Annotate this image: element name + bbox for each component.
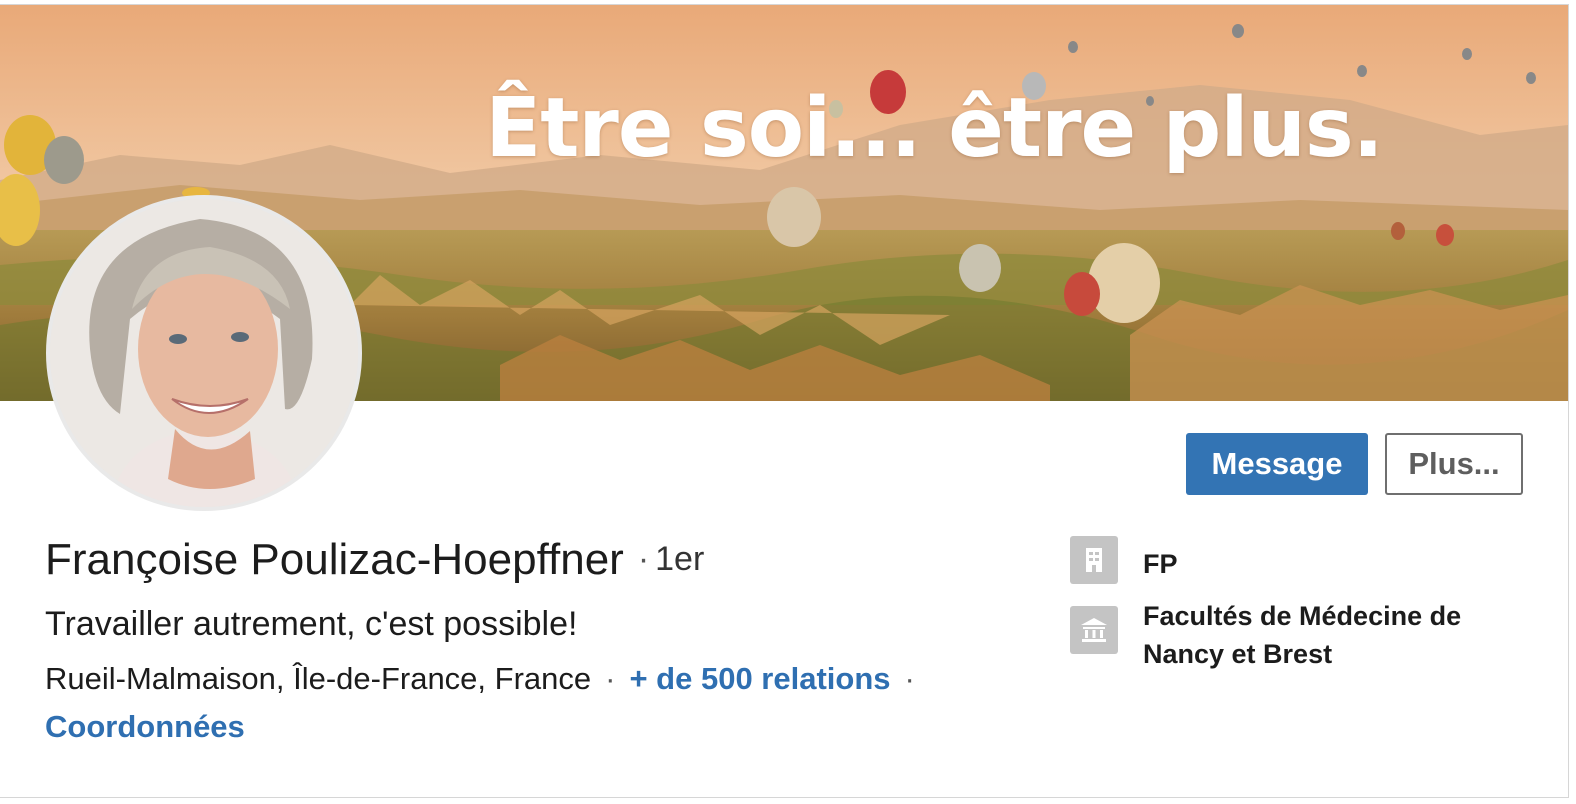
avatar[interactable]: [46, 195, 362, 511]
connections-link[interactable]: + de 500 relations: [629, 661, 890, 696]
contact-info-link[interactable]: Coordonnées: [45, 709, 245, 745]
avatar-portrait: [50, 199, 358, 507]
profile-card: Être soi... être plus. Message Plus... F…: [0, 4, 1569, 798]
profile-meta: Rueil-Malmaison, Île-de-France, France · +…: [45, 661, 929, 697]
profile-name-row: Françoise Poulizac-Hoepffner · 1er: [45, 535, 704, 585]
name-separator: ·: [637, 540, 650, 578]
school-icon: [1070, 606, 1118, 654]
building-icon: [1070, 536, 1118, 584]
banner-tagline: Être soi... être plus.: [485, 81, 1384, 176]
company-name[interactable]: FP: [1143, 545, 1178, 583]
profile-name: Françoise Poulizac-Hoepffner: [45, 535, 624, 584]
more-button[interactable]: Plus...: [1385, 433, 1523, 495]
meta-separator: ·: [605, 661, 616, 696]
school-name[interactable]: Facultés de Médecine de Nancy et Brest: [1143, 597, 1503, 673]
meta-separator: ·: [904, 661, 915, 696]
profile-location: Rueil-Malmaison, Île-de-France, France: [45, 661, 592, 696]
connection-degree: 1er: [655, 540, 705, 578]
message-button[interactable]: Message: [1186, 433, 1368, 495]
profile-headline: Travailler autrement, c'est possible!: [45, 605, 578, 643]
